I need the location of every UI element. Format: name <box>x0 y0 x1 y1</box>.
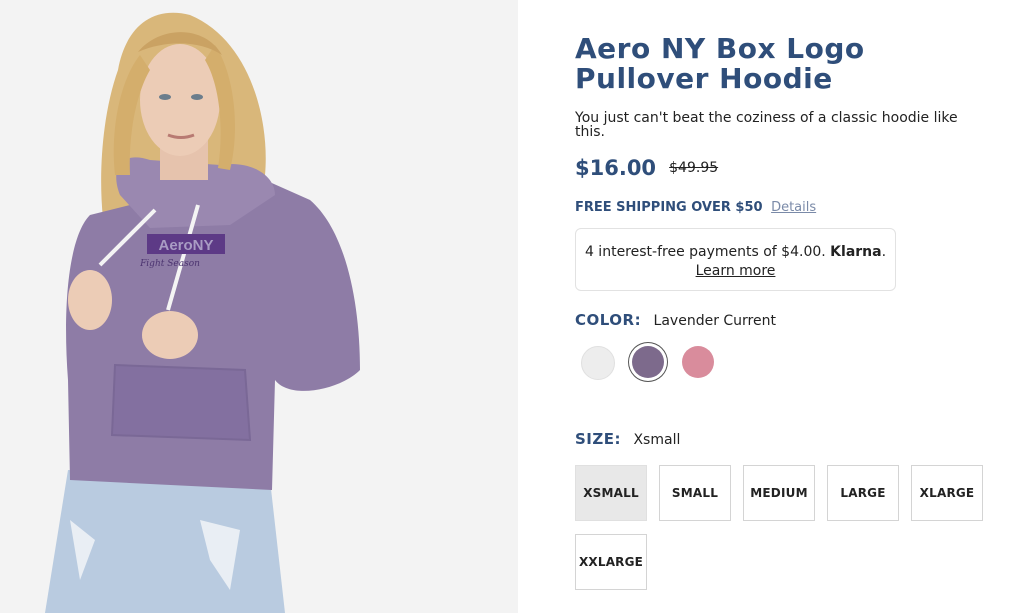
size-button-xlarge[interactable]: XLARGE <box>911 465 983 521</box>
price-row: $16.00 $49.95 <box>575 156 718 182</box>
klarna-line: 4 interest-free payments of $4.00. Klarn… <box>576 243 895 262</box>
hoodie-logo-text: AeroNY <box>158 237 213 254</box>
hoodie-script-text: Fight Season <box>139 259 200 269</box>
size-button-medium[interactable]: MEDIUM <box>743 465 815 521</box>
original-price: $49.95 <box>669 160 719 176</box>
klarna-installments-box: 4 interest-free payments of $4.00. Klarn… <box>575 228 896 291</box>
color-selected-value: Lavender Current <box>653 313 776 329</box>
product-photo-illustration: AeroNY Fight Season <box>0 0 518 613</box>
product-title: Aero NY Box Logo Pullover Hoodie <box>575 32 865 95</box>
shipping-details-link[interactable]: Details <box>771 200 816 215</box>
shipping-text: FREE SHIPPING OVER $50 <box>575 200 763 215</box>
color-label-row: COLOR: Lavender Current <box>575 311 776 329</box>
size-button-small[interactable]: SMALL <box>659 465 731 521</box>
product-description: You just can't beat the coziness of a cl… <box>575 110 958 140</box>
shipping-banner: FREE SHIPPING OVER $50 Details <box>575 200 816 215</box>
product-image[interactable]: AeroNY Fight Season <box>0 0 518 613</box>
size-button-xxlarge[interactable]: XXLARGE <box>575 534 647 590</box>
color-label: COLOR: <box>575 311 642 329</box>
sale-price: $16.00 <box>575 156 657 180</box>
color-swatch-lavender-current[interactable] <box>632 346 664 378</box>
size-button-large[interactable]: LARGE <box>827 465 899 521</box>
size-label-row: SIZE: Xsmall <box>575 430 680 448</box>
klarna-learn-more-link[interactable]: Learn more <box>576 262 895 281</box>
klarna-logo: Klarna <box>830 244 882 260</box>
color-swatch-pink[interactable] <box>682 346 714 378</box>
klarna-brand-suffix: . <box>881 244 887 260</box>
size-button-xsmall[interactable]: XSMALL <box>575 465 647 521</box>
size-label: SIZE: <box>575 430 622 448</box>
color-swatch-white[interactable] <box>581 346 615 380</box>
klarna-text: 4 interest-free payments of $4.00. <box>584 244 826 260</box>
size-selected-value: Xsmall <box>633 432 681 448</box>
